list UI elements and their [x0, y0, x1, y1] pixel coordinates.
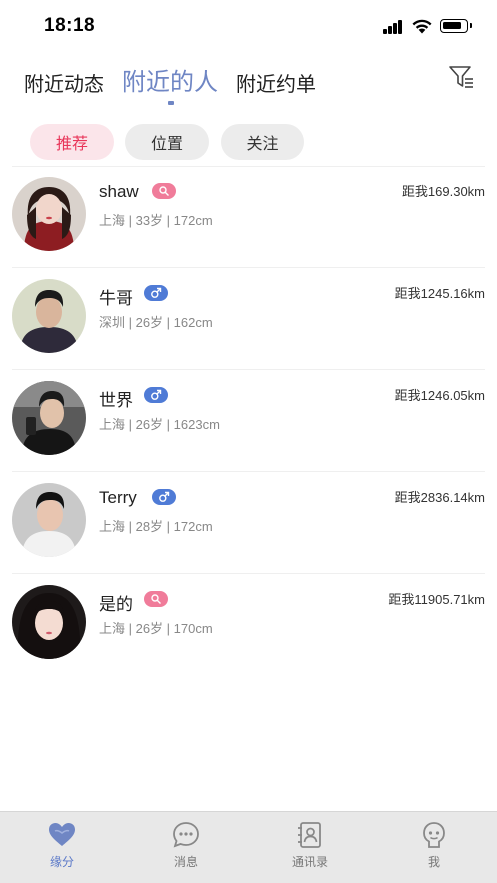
nav-tab-fate[interactable]: 缘分 [22, 820, 102, 878]
user-name: 是的 [99, 595, 133, 614]
chat-bubble-icon [173, 822, 199, 848]
user-distance: 距我1245.16km [394, 286, 485, 301]
avatar[interactable] [12, 177, 86, 251]
battery-icon [440, 19, 472, 33]
nav-label: 通讯录 [291, 855, 328, 869]
user-name: 牛哥 [99, 289, 133, 308]
user-name: 世界 [99, 391, 133, 410]
female-symbol-icon [159, 186, 169, 196]
female-gender-badge [144, 591, 168, 607]
active-tab-indicator [168, 101, 174, 105]
male-gender-badge [144, 387, 168, 403]
nav-tab-me[interactable]: 我 [394, 820, 474, 878]
status-time: 18:18 [44, 15, 96, 36]
user-row[interactable]: shaw 上海 | 33岁 | 172cm 距我169.30km [0, 166, 497, 268]
user-row[interactable]: 牛哥 深圳 | 26岁 | 162cm 距我1245.16km [0, 268, 497, 370]
nearby-user-list: shaw 上海 | 33岁 | 172cm 距我169.30km 牛哥 深圳 |… [0, 166, 497, 676]
avatar[interactable] [12, 279, 86, 353]
chip-follow[interactable]: 关注 [221, 124, 304, 160]
profile-face-icon [423, 822, 445, 848]
avatar[interactable] [12, 381, 86, 455]
male-symbol-icon [151, 287, 162, 298]
user-distance: 距我2836.14km [394, 490, 485, 505]
filter-icon[interactable] [446, 62, 476, 92]
user-meta: 上海 | 33岁 | 172cm [99, 213, 213, 228]
tab-nearby-moments[interactable]: 附近动态 [24, 68, 104, 97]
heart-icon [49, 823, 75, 846]
user-distance: 距我1246.05km [394, 388, 485, 403]
user-distance: 距我11905.71km [388, 592, 485, 607]
nav-label: 消息 [173, 855, 198, 869]
contacts-book-icon [298, 822, 321, 848]
tab-nearby-orders[interactable]: 附近约单 [236, 68, 316, 97]
bottom-tab-bar: 缘分 消息 通讯录 我 [0, 811, 497, 883]
user-row[interactable]: Terry 上海 | 28岁 | 172cm 距我2836.14km [0, 472, 497, 574]
female-gender-badge [152, 183, 176, 199]
user-meta: 上海 | 28岁 | 172cm [99, 519, 213, 534]
female-symbol-icon [151, 594, 161, 604]
user-name: shaw [99, 182, 139, 201]
nav-label: 缘分 [49, 855, 74, 869]
cellular-signal-icon [383, 20, 403, 34]
user-row[interactable]: 世界 上海 | 26岁 | 1623cm 距我1246.05km [0, 370, 497, 472]
nav-label: 我 [427, 855, 440, 869]
wifi-icon [412, 19, 432, 34]
chip-recommend[interactable]: 推荐 [30, 124, 114, 160]
user-meta: 上海 | 26岁 | 1623cm [99, 417, 220, 432]
avatar[interactable] [12, 483, 86, 557]
male-gender-badge [152, 489, 176, 505]
user-distance: 距我169.30km [401, 184, 485, 199]
male-symbol-icon [159, 491, 170, 502]
user-row[interactable]: 是的 上海 | 26岁 | 170cm 距我11905.71km [0, 574, 497, 676]
user-meta: 上海 | 26岁 | 170cm [99, 621, 213, 636]
nav-tab-messages[interactable]: 消息 [146, 820, 226, 878]
nav-tab-contacts[interactable]: 通讯录 [270, 820, 350, 878]
tab-nearby-people[interactable]: 附近的人 [122, 62, 218, 97]
top-tab-bar: 附近动态 附近的人 附近约单 [0, 58, 497, 106]
male-gender-badge [144, 285, 168, 301]
user-meta: 深圳 | 26岁 | 162cm [99, 315, 213, 330]
user-name: Terry [99, 488, 137, 507]
status-bar: 18:18 [0, 0, 497, 54]
chip-location[interactable]: 位置 [125, 124, 209, 160]
avatar[interactable] [12, 585, 86, 659]
male-symbol-icon [151, 389, 162, 400]
